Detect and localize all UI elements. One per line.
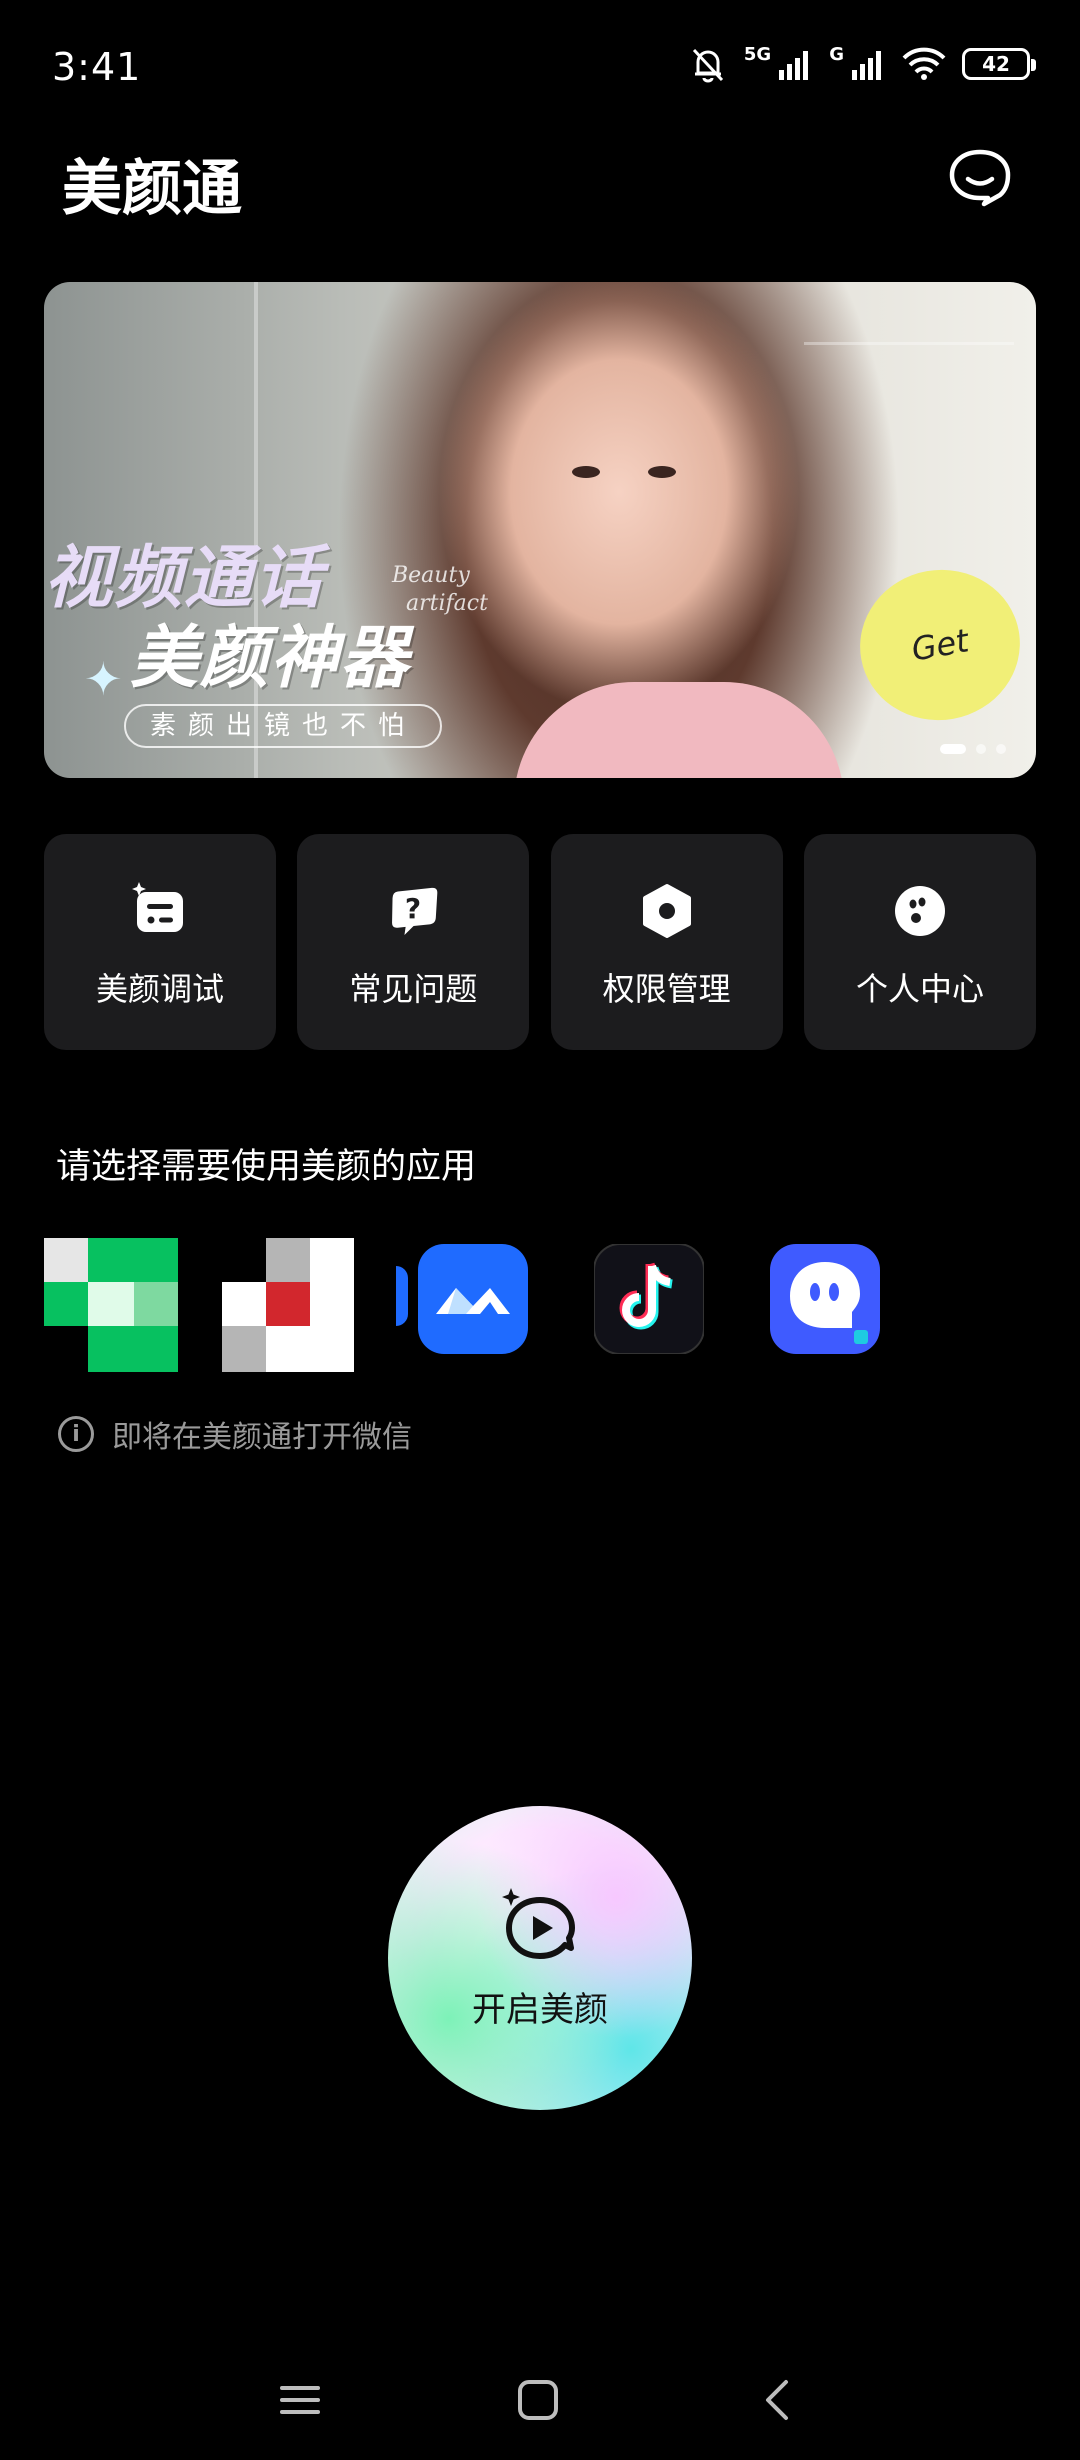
signal-icon-2 — [852, 51, 881, 80]
svg-text:?: ? — [405, 892, 421, 925]
profile-label: 个人中心 — [855, 970, 984, 1008]
page-dot-active — [940, 744, 966, 754]
banner-person-shirt — [514, 682, 844, 778]
app-title: 美颜通 — [62, 154, 242, 224]
beauty-adjust-button[interactable]: 美颜调试 — [44, 834, 276, 1050]
banner-person-face — [572, 466, 676, 478]
status-icons: 5G G 42 — [688, 43, 1036, 84]
menu-button[interactable] — [270, 2370, 330, 2430]
page-dot — [976, 744, 986, 754]
app-list — [0, 1236, 1080, 1376]
chat-button[interactable] — [948, 148, 1012, 208]
page-dot — [996, 744, 1006, 754]
permission-button[interactable]: 权限管理 — [550, 834, 783, 1050]
status-bar: 3:41 5G G 42 — [0, 0, 1080, 135]
back-chevron-icon — [766, 2380, 788, 2420]
start-beauty-label: 开启美颜 — [472, 1989, 608, 2030]
faq-label: 常见问题 — [349, 970, 478, 1008]
profile-smiley-icon — [894, 886, 945, 936]
status-time: 3:41 — [52, 45, 142, 89]
beauty-adjust-icon — [132, 882, 183, 932]
chat-bubble-smile-icon — [949, 149, 1011, 207]
banner-title-line2: 美颜神器 — [130, 619, 411, 698]
hint-text: 即将在美颜通打开微信 — [112, 1420, 412, 1455]
beauty-adjust-label: 美颜调试 — [95, 970, 224, 1008]
home-square-icon — [518, 2380, 558, 2420]
quick-actions: 美颜调试 ? 常见问题 权限管理 个人中心 — [44, 834, 1036, 1050]
wechat-app-icon[interactable] — [44, 1238, 178, 1372]
apps-section-title: 请选择需要使用美颜的应用 — [56, 1147, 477, 1187]
profile-button[interactable]: 个人中心 — [803, 834, 1036, 1050]
mute-bell-icon — [692, 48, 724, 83]
get-badge[interactable]: Get — [848, 557, 1032, 733]
start-beauty-button[interactable]: 开启美颜 — [388, 1806, 692, 2110]
home-button[interactable] — [508, 2370, 568, 2430]
tiktok-app-icon[interactable] — [594, 1244, 704, 1354]
faq-question-icon: ? — [392, 887, 438, 936]
faq-button[interactable]: ? 常见问题 — [297, 834, 530, 1050]
sparkle-icon: ✦ — [84, 652, 123, 706]
system-nav-bar — [0, 2360, 1080, 2440]
app-icon-partial — [396, 1266, 408, 1326]
banner-subtitle: 素颜出镜也不怕 — [124, 704, 443, 748]
chat-bot-app-icon[interactable] — [770, 1244, 880, 1354]
signal-icon — [779, 51, 809, 80]
permission-hexagon-icon — [642, 884, 691, 938]
banner-window-line — [804, 342, 1014, 345]
get-label: Get — [908, 621, 972, 669]
wifi-icon — [902, 47, 946, 80]
banner-page-indicator — [940, 744, 1006, 754]
battery-icon: 42 — [962, 48, 1036, 80]
network-label-g: G — [829, 43, 844, 65]
network-label-5g: 5G — [743, 43, 772, 65]
video-sparkle-icon — [502, 1887, 575, 1959]
back-button[interactable] — [748, 2370, 808, 2430]
qq-app-icon[interactable] — [222, 1238, 354, 1372]
battery-level: 42 — [982, 52, 1010, 76]
promo-banner[interactable]: Beauty artifact 视频通话 美颜神器 ✦ 素颜出镜也不怕 Get — [44, 282, 1036, 778]
tencent-meeting-app-icon[interactable] — [418, 1244, 528, 1354]
banner-deco-line1: Beauty — [392, 563, 470, 588]
permission-label: 权限管理 — [602, 970, 731, 1008]
info-icon: i — [58, 1416, 94, 1452]
menu-icon — [280, 2386, 320, 2414]
open-app-hint: i 即将在美颜通打开微信 — [58, 1412, 412, 1456]
